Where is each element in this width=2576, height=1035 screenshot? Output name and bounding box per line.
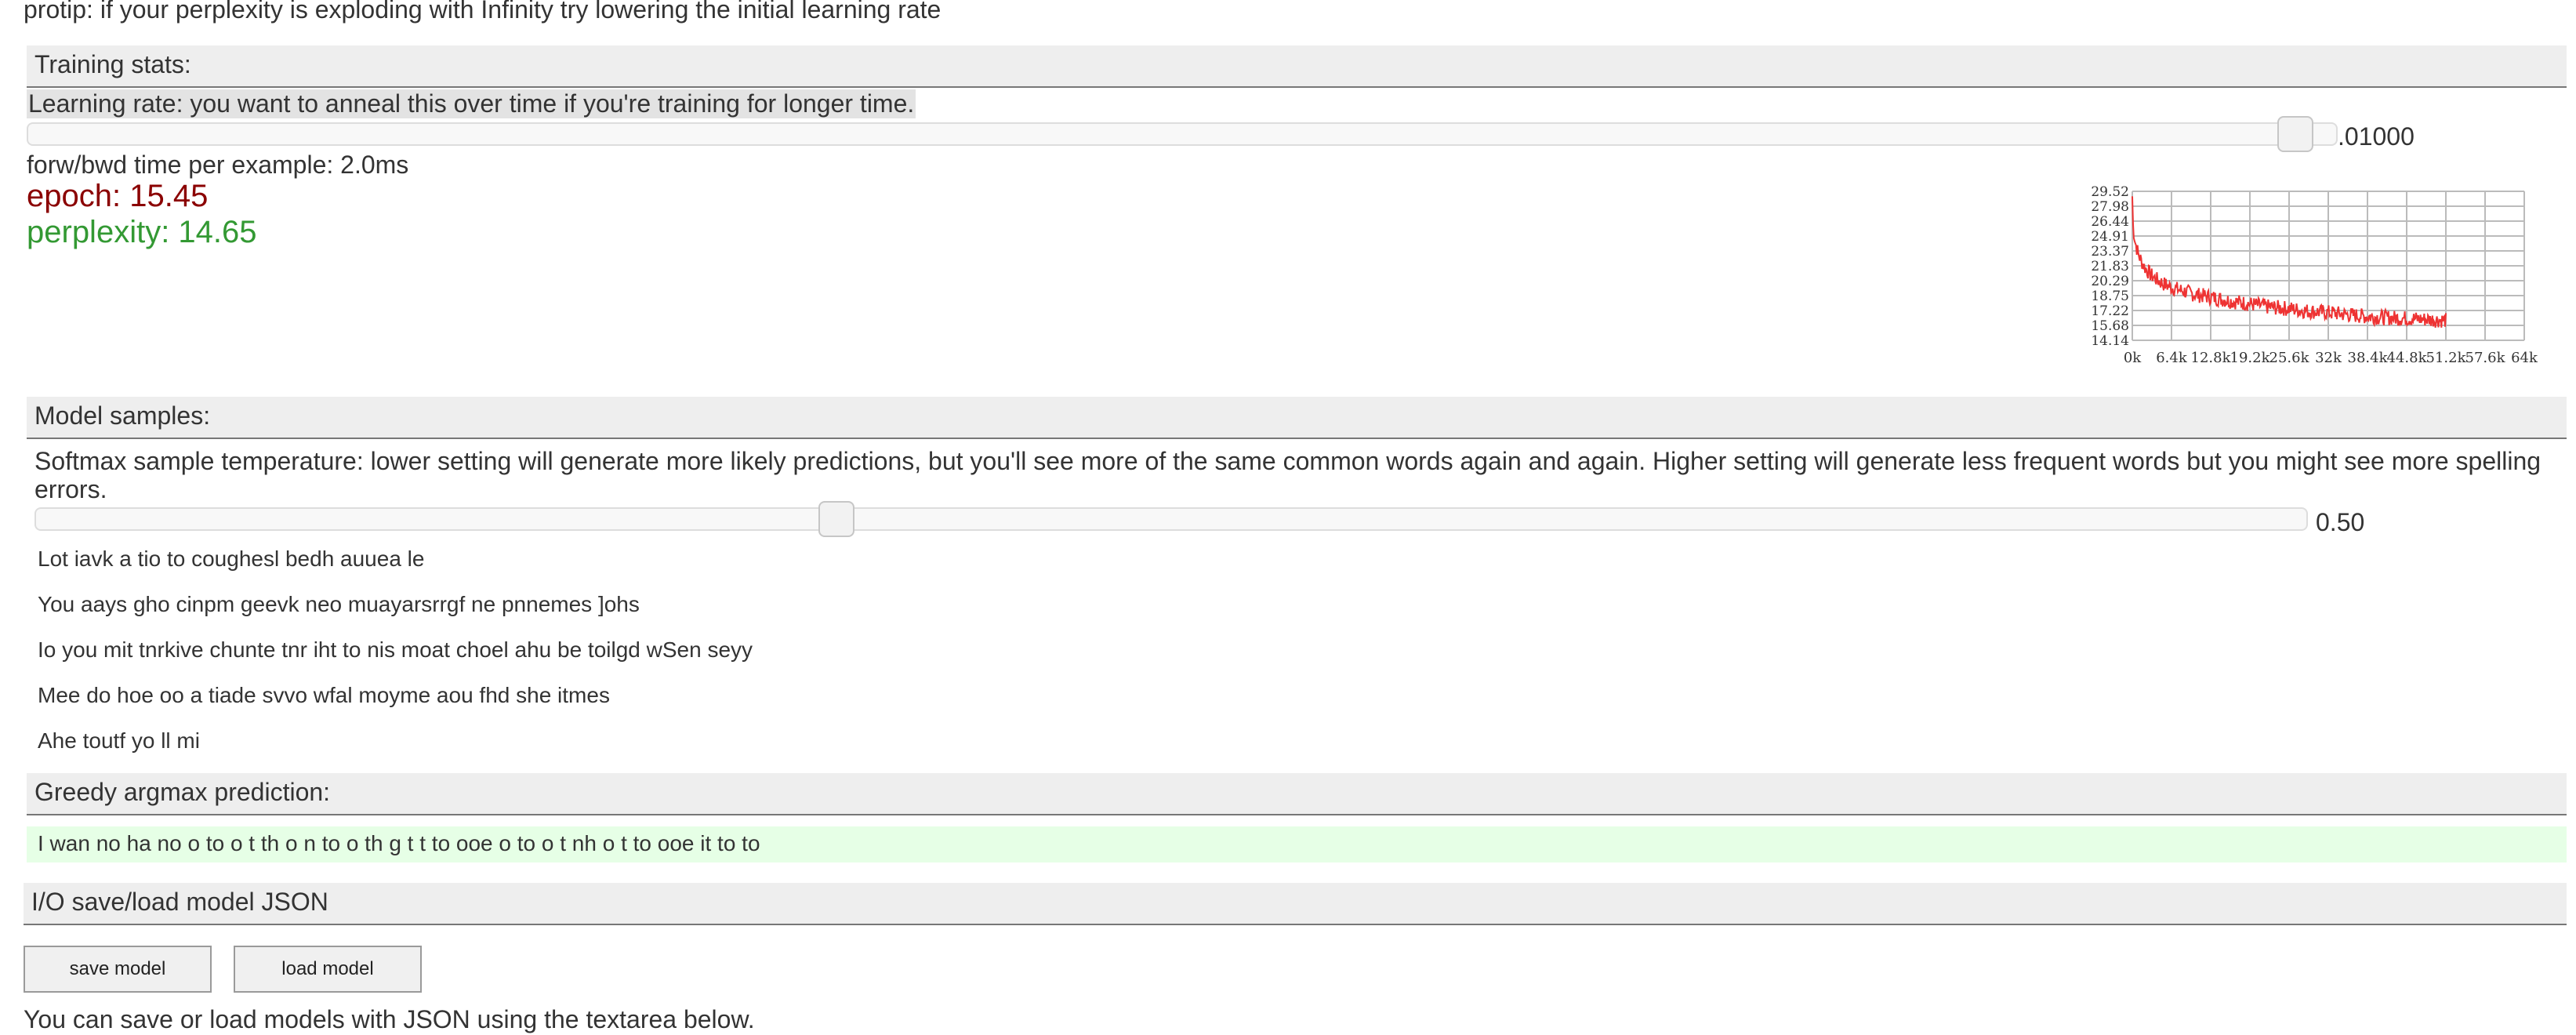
save-model-button[interactable]: save model — [24, 946, 212, 993]
chart-x-tick-label: 51.2k — [2426, 350, 2467, 366]
perplexity-chart-svg: 29.5227.9826.4424.9123.3721.8320.2918.75… — [2091, 184, 2538, 366]
chart-x-tick-label: 0k — [2124, 350, 2142, 366]
model-samples-header: Model samples: — [27, 397, 2567, 439]
chart-x-tick-label: 19.2k — [2230, 350, 2271, 366]
chart-x-tick-label: 57.6k — [2465, 350, 2506, 366]
forward-backward-time: forw/bwd time per example: 2.0ms — [27, 151, 409, 179]
chart-y-tick-label: 20.29 — [2091, 274, 2129, 289]
greedy-prediction-header: Greedy argmax prediction: — [27, 773, 2567, 815]
chart-y-tick-label: 27.98 — [2091, 199, 2129, 215]
sample-text: Ahe toutf yo ll mi — [38, 728, 200, 753]
perplexity-value: perplexity: 14.65 — [27, 215, 257, 249]
chart-y-tick-label: 14.14 — [2091, 333, 2129, 349]
training-stats-header: Training stats: — [27, 45, 2567, 88]
temperature-slider-handle[interactable] — [818, 501, 854, 537]
chart-x-tick-label: 32k — [2315, 350, 2342, 366]
temperature-slider[interactable] — [34, 501, 2308, 537]
sample-text: Io you mit tnrkive chunte tnr iht to nis… — [38, 637, 753, 662]
sample-text: You aays gho cinpm geevk neo muayarsrrgf… — [38, 592, 640, 616]
temperature-value: 0.50 — [2316, 508, 2365, 536]
epoch-counter: epoch: 15.45 — [27, 179, 209, 213]
chart-y-tick-label: 17.22 — [2091, 303, 2129, 319]
chart-x-tick-label: 64k — [2511, 350, 2538, 366]
chart-x-tick-label: 38.4k — [2348, 350, 2389, 366]
chart-y-tick-label: 21.83 — [2091, 259, 2129, 274]
chart-x-tick-label: 25.6k — [2269, 350, 2310, 366]
chart-y-tick-label: 24.91 — [2091, 229, 2129, 245]
chart-x-tick-label: 6.4k — [2156, 350, 2188, 366]
sample-text: Mee do hoe oo a tiade svvo wfal moyme ao… — [38, 683, 610, 707]
chart-x-tick-label: 12.8k — [2191, 350, 2232, 366]
perplexity-chart: 29.52 27.98 26.44 24.91 23.37 21.83 20.29 18.75… — [2085, 172, 2571, 380]
protip-text: protip: if your perplexity is exploding … — [24, 0, 942, 24]
chart-y-tick-label: 26.44 — [2091, 214, 2129, 230]
io-footer-text: You can save or load models with JSON us… — [24, 1005, 755, 1033]
greedy-prediction-text: I wan no ha no o to o t th o n to o th g… — [27, 826, 2567, 862]
chart-y-tick-label: 23.37 — [2091, 244, 2129, 260]
load-model-button[interactable]: load model — [234, 946, 422, 993]
learning-rate-slider[interactable] — [27, 116, 2338, 152]
learning-rate-label: Learning rate: you want to anneal this o… — [27, 89, 916, 118]
learning-rate-value: .01000 — [2338, 122, 2415, 151]
chart-y-tick-label: 15.68 — [2091, 318, 2129, 334]
io-header: I/O save/load model JSON — [24, 883, 2567, 925]
temperature-label: Softmax sample temperature: lower settin… — [34, 447, 2542, 503]
sample-text: Lot iavk a tio to coughesl bedh auuea le — [38, 547, 425, 571]
learning-rate-slider-handle[interactable] — [2277, 116, 2314, 152]
chart-x-tick-label: 44.8k — [2387, 350, 2428, 366]
chart-y-tick-label: 18.75 — [2091, 289, 2129, 304]
chart-y-tick-label: 29.52 — [2091, 184, 2129, 200]
